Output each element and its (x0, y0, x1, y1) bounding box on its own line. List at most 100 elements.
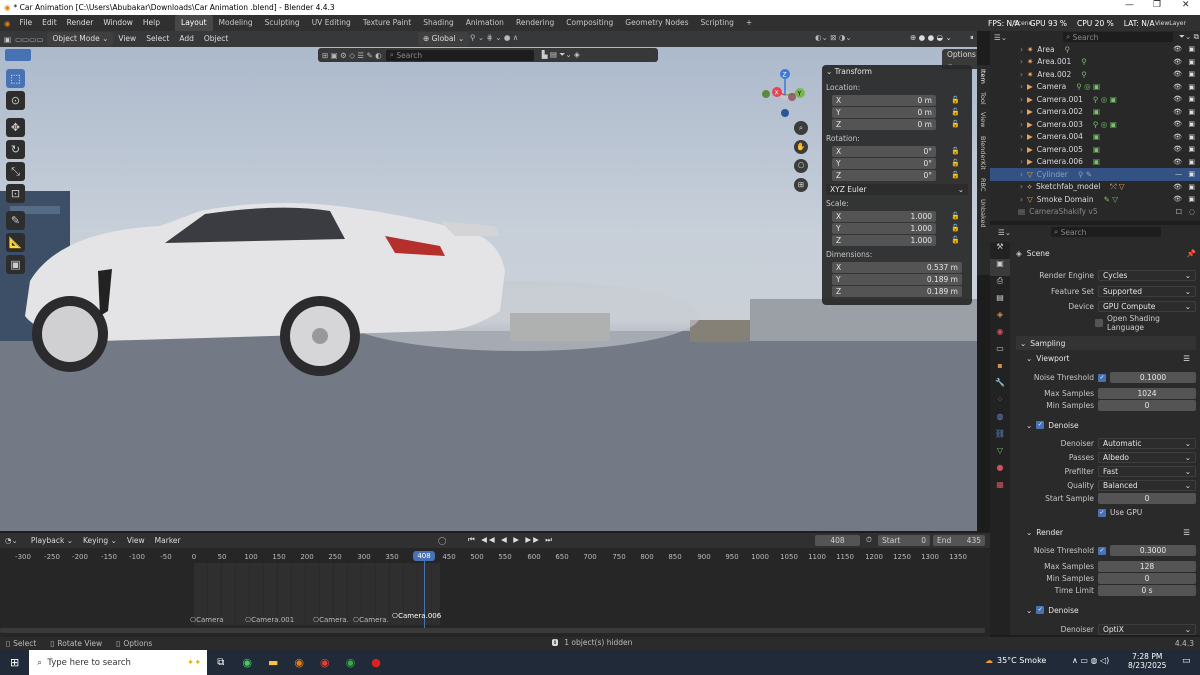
editor-type-icon[interactable]: ☰⌄ (994, 33, 1007, 42)
camera-render-icon[interactable]: ▣ (1188, 183, 1195, 191)
material-tab-icon[interactable]: ● (990, 463, 1010, 480)
list-item[interactable]: › ⟡ Sketchfab_model ⤲ ▽ 👁 ▣ (990, 181, 1200, 194)
texture-tab-icon[interactable]: ▦ (990, 480, 1010, 497)
overlay-icons[interactable]: ◐⌄ ⊠ ◑⌄ (815, 33, 852, 42)
chrome-icon[interactable]: ◉ (312, 656, 338, 669)
dimension-y-field[interactable]: Y 0.189 m (832, 274, 962, 285)
blender-taskbar-icon[interactable]: ◉ (286, 656, 312, 669)
list-item[interactable]: › ▶ Camera.003 ⚲ ◎ ▣ 👁 ▣ (990, 118, 1200, 131)
select-box-tool-icon[interactable]: ⬚ (6, 69, 25, 88)
dimension-z-field[interactable]: Z 0.189 m (832, 286, 962, 297)
lock-icon[interactable]: 🔓 (951, 171, 960, 179)
camera-render-icon[interactable]: ▣ (1188, 120, 1195, 128)
tab-texture-paint[interactable]: Texture Paint (357, 15, 417, 31)
tray-icons[interactable]: ∧ ▭ ◍ ◁) (1072, 656, 1109, 665)
camera-render-icon[interactable]: ▣ (1188, 158, 1195, 166)
properties-search-input[interactable]: ⌕ Search (1051, 227, 1162, 237)
timeline[interactable]: ◔⌄ Playback ⌄ Keying ⌄ View Marker ◯ ⏮ ◀… (0, 533, 990, 637)
camera-render-icon[interactable]: ▣ (1188, 133, 1195, 141)
scale-y-field[interactable]: Y 1.000 (832, 223, 936, 234)
camera-render-icon[interactable]: ▣ (1188, 108, 1195, 116)
tab-animation[interactable]: Animation (460, 15, 510, 31)
lock-icon[interactable]: 🔓 (951, 159, 960, 167)
menu-window[interactable]: Window (98, 15, 138, 31)
r-min-samples-field[interactable]: 0 (1098, 573, 1196, 584)
eye-icon[interactable]: 👁 (1173, 183, 1182, 191)
editor-type-icon[interactable]: ☰⌄ (998, 228, 1011, 237)
r-time-limit-field[interactable]: 0 s (1098, 585, 1196, 596)
task-view-icon[interactable]: ⧉ (207, 657, 234, 668)
menu-file[interactable]: File (15, 15, 38, 31)
tab-geometry-nodes[interactable]: Geometry Nodes (619, 15, 694, 31)
vp-min-samples-field[interactable]: 0 (1098, 400, 1196, 411)
editor-type-icon[interactable]: ◔⌄ (5, 536, 18, 545)
data-tab-icon[interactable]: ▽ (990, 446, 1010, 463)
device-dropdown[interactable]: GPU Compute ⌄ (1098, 301, 1196, 312)
list-item[interactable]: › ▽ Smoke Domain ✎ ▽ 👁 ▣ (990, 193, 1200, 206)
tab-uv-editing[interactable]: UV Editing (306, 15, 357, 31)
vp-max-samples-field[interactable]: 1024 (1098, 388, 1196, 399)
tab-compositing[interactable]: Compositing (560, 15, 619, 31)
r-denoiser-dropdown[interactable]: OptiX ⌄ (1098, 624, 1196, 635)
camera-render-icon[interactable]: ▣ (1188, 170, 1195, 178)
blender-menu-icon[interactable]: ◉ (0, 19, 15, 28)
clock[interactable]: 7:28 PM 8/23/2025 (1128, 652, 1166, 670)
world-tab-icon[interactable]: ◉ (990, 327, 1010, 344)
taskbar-search-input[interactable]: ⌕ Type here to search ✦✦ (29, 650, 208, 675)
marker-camera-006[interactable]: ⎔ Camera.006 (392, 612, 441, 620)
lock-icon[interactable]: 🔓 (951, 224, 960, 232)
current-frame-field[interactable]: 408 (815, 535, 860, 546)
pause-render-icon[interactable]: ⏸ (970, 33, 974, 43)
camera-render-icon[interactable]: ▣ (1188, 195, 1195, 203)
eye-icon[interactable]: 👁 (1173, 95, 1182, 103)
windows-start-icon[interactable]: ⊞ (0, 656, 29, 669)
vp-noise-checkbox[interactable]: ✓ (1098, 373, 1106, 382)
whatsapp-icon[interactable]: ◉ (234, 656, 260, 669)
list-menu-icon[interactable]: ☰ (1183, 354, 1196, 363)
menu-add[interactable]: Add (174, 32, 199, 46)
sampling-section-header[interactable]: ⌄ Sampling (1016, 336, 1196, 350)
eye-icon[interactable]: ◌ (1189, 208, 1195, 216)
output-tab-icon[interactable]: ⎙ (990, 276, 1010, 293)
minimize-button[interactable]: — (1125, 0, 1134, 10)
list-item[interactable]: › ▶ Camera ⚲ ◎ ▣ 👁 ▣ (990, 81, 1200, 94)
r-max-samples-field[interactable]: 128 (1098, 561, 1196, 572)
camera-view-icon[interactable]: ⎔ (794, 159, 808, 173)
weather-widget[interactable]: ☁ 35°C Smoke (985, 656, 1046, 665)
camera-render-icon[interactable]: ▣ (1188, 45, 1195, 53)
select-box-mode-button[interactable] (5, 49, 31, 61)
measure-tool-icon[interactable]: 📐 (6, 233, 25, 252)
r-noise-field[interactable]: 0.3000 (1110, 545, 1196, 556)
recorder-icon[interactable]: ● (363, 656, 389, 669)
lock-icon[interactable]: 🔓 (951, 120, 960, 128)
transform-header[interactable]: ⌄ Transform (826, 67, 968, 79)
scale-tool-icon[interactable]: ⤡ (6, 162, 25, 181)
mode-dropdown[interactable]: Object Mode ⌄ (47, 32, 114, 46)
render-engine-dropdown[interactable]: Cycles ⌄ (1098, 270, 1196, 281)
list-item[interactable]: › ▶ Camera.002 ▣ 👁 ▣ (990, 106, 1200, 119)
particles-tab-icon[interactable]: ⁘ (990, 395, 1010, 412)
eye-icon[interactable]: 👁 (1173, 70, 1182, 78)
collection-tab-icon[interactable]: ▭ (990, 344, 1010, 361)
navigation-gizmo[interactable]: X Y Z (760, 69, 810, 119)
filter-icons[interactable]: ▙ ▤ ⏷⌄ ◈ (534, 50, 580, 60)
list-item-selected[interactable]: › ▽ Cylinder ⚲ ✎ — ▣ (990, 168, 1200, 181)
physics-tab-icon[interactable]: ◍ (990, 412, 1010, 429)
orientation-dropdown[interactable]: ⊕ Global ⌄ (418, 32, 470, 46)
rotate-tool-icon[interactable]: ↻ (6, 140, 25, 159)
view-layer-tab-icon[interactable]: ▤ (990, 293, 1010, 310)
lock-icon[interactable]: 🔓 (951, 96, 960, 104)
vp-denoiser-dropdown[interactable]: Automatic ⌄ (1098, 438, 1196, 449)
tab-tool[interactable]: Tool (979, 92, 987, 105)
vp-prefilter-dropdown[interactable]: Fast ⌄ (1098, 466, 1196, 477)
close-button[interactable]: ✕ (1182, 0, 1190, 10)
rotation-mode-dropdown[interactable]: XYZ Euler ⌄ (826, 184, 968, 195)
render-subsection-header[interactable]: ⌄ Render ☰ (1016, 525, 1196, 539)
menu-view[interactable]: View (113, 32, 141, 46)
eye-icon[interactable]: 👁 (1173, 58, 1182, 66)
rotation-z-field[interactable]: Z 0° (832, 170, 936, 181)
file-explorer-icon[interactable]: ▬ (260, 656, 286, 669)
eye-icon[interactable]: 👁 (1173, 158, 1182, 166)
pin-icon[interactable]: 📌 (1187, 249, 1196, 258)
list-menu-icon[interactable]: ☰ (1183, 528, 1196, 537)
